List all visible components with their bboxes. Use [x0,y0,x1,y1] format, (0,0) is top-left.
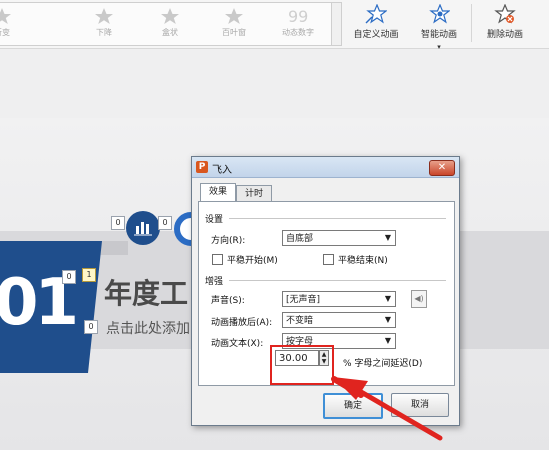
gallery-label: 渐变 [0,28,10,37]
bar-chart-icon [134,222,152,236]
gallery-label: 盒状 [162,28,178,37]
smart-animation-button[interactable]: 智能动画 ▾ [408,2,470,51]
slide-title[interactable]: 年度工 [104,272,188,312]
box-star-icon [161,8,179,24]
dynamic-number-icon: 99 [288,7,308,25]
animation-order-tag-selected[interactable]: 1 [82,268,96,282]
gallery-scrollbar[interactable] [331,2,342,46]
direction-label: 方向(R): [211,236,246,246]
blinds-star-icon [225,8,243,24]
fade-star-icon [0,8,11,24]
close-button[interactable]: ✕ [429,160,455,176]
after-animation-select[interactable]: 不变暗 ▼ [282,312,396,328]
chevron-down-icon: ▼ [384,233,392,242]
delete-animation-icon [494,4,516,24]
ribbon-separator [471,4,472,42]
dialog-titlebar[interactable]: P 飞入 ✕ [192,157,459,178]
chevron-down-icon: ▼ [384,336,392,345]
direction-select[interactable]: 自底部 ▼ [282,230,396,246]
animation-order-tag[interactable]: 0 [111,216,125,230]
custom-animation-button[interactable]: 自定义动画 [345,2,407,44]
animate-text-label: 动画文本(X): [211,339,264,349]
tab-timing[interactable]: 计时 [236,185,272,202]
smooth-end-label: 平稳结束(N) [338,256,388,266]
animation-order-tag[interactable]: 0 [62,270,76,284]
app-logo-icon: P [196,161,208,173]
svg-text:99: 99 [288,7,308,25]
gallery-label: 下降 [96,28,112,37]
gallery-label: 动态数字 [282,28,314,37]
group-divider [229,280,446,281]
descend-star-icon [95,8,113,24]
smooth-end-checkbox[interactable] [323,254,334,265]
animation-order-tag[interactable]: 0 [158,216,172,230]
animation-order-tag[interactable]: 0 [84,320,98,334]
gallery-label: 百叶窗 [222,28,246,37]
delay-unit-label: % 字母之间延迟(D) [343,359,423,369]
ribbon-toolbar: 渐变 下降 盒状 百叶窗 99 动态数字 自定义动画 智能动画▾ [0,0,549,51]
animation-gallery: 渐变 下降 盒状 百叶窗 99 动态数字 [0,2,332,46]
gallery-item-descend[interactable]: 下降 [82,5,126,43]
speaker-icon[interactable]: ◀) [411,290,427,308]
sound-select[interactable]: [无声音] ▼ [282,291,396,307]
group-divider [229,218,446,219]
highlight-annotation-box [270,345,334,385]
tab-effect[interactable]: 效果 [200,183,236,202]
enhance-group-label: 增强 [205,277,224,287]
gallery-item-box[interactable]: 盒状 [148,5,192,43]
smart-animation-icon [429,4,450,24]
cancel-button[interactable]: 取消 [391,393,449,417]
dialog-title: 飞入 [212,165,232,176]
custom-animation-icon [365,4,387,24]
fly-in-effect-dialog: P 飞入 ✕ 效果 计时 设置 方向(R): 自底部 ▼ 平稳开始(M) 平稳结… [191,156,460,426]
chevron-down-icon: ▼ [384,315,392,324]
slide-chart-circle[interactable] [126,211,160,245]
slide-subtitle-placeholder[interactable]: 点击此处添加 [106,318,190,338]
chevron-down-icon: ▼ [384,294,392,303]
settings-group-label: 设置 [205,215,224,225]
ok-button[interactable]: 确定 [323,393,383,419]
delete-animation-button[interactable]: 删除动画 [474,2,536,44]
after-animation-label: 动画播放后(A): [211,318,273,328]
gallery-item-fade[interactable]: 渐变 [0,5,24,43]
gallery-item-dynamic-number[interactable]: 99 动态数字 [276,5,320,43]
smooth-start-label: 平稳开始(M) [227,256,278,266]
sound-label: 声音(S): [211,296,245,306]
smooth-start-checkbox[interactable] [212,254,223,265]
gallery-item-blinds[interactable]: 百叶窗 [212,5,256,43]
slide-blue-slant [88,241,102,373]
